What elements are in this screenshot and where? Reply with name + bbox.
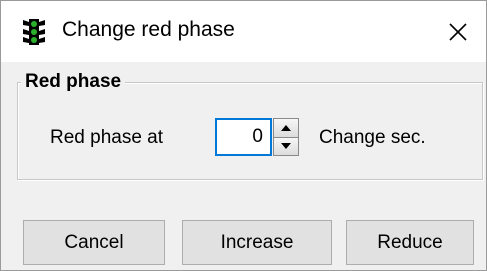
arrow-up-icon bbox=[281, 124, 291, 131]
seconds-suffix-label: Change sec. bbox=[319, 127, 426, 148]
dialog-window: Change red phase Red phase Red phase at … bbox=[0, 0, 487, 271]
spin-up-button[interactable] bbox=[273, 118, 299, 138]
increase-button[interactable]: Increase bbox=[182, 220, 332, 265]
cancel-button[interactable]: Cancel bbox=[23, 220, 165, 265]
close-button[interactable] bbox=[441, 15, 475, 49]
seconds-spinner bbox=[273, 118, 299, 156]
red-phase-label: Red phase at bbox=[50, 127, 164, 148]
arrow-down-icon bbox=[281, 143, 291, 150]
title-bar[interactable]: Change red phase bbox=[1, 1, 486, 62]
red-phase-seconds-input[interactable]: 0 bbox=[215, 118, 272, 156]
traffic-light-icon bbox=[23, 19, 45, 45]
spin-down-button[interactable] bbox=[273, 137, 299, 156]
close-icon bbox=[449, 23, 467, 41]
groupbox-legend: Red phase bbox=[21, 71, 126, 93]
reduce-button[interactable]: Reduce bbox=[346, 220, 474, 265]
window-title: Change red phase bbox=[62, 18, 235, 41]
